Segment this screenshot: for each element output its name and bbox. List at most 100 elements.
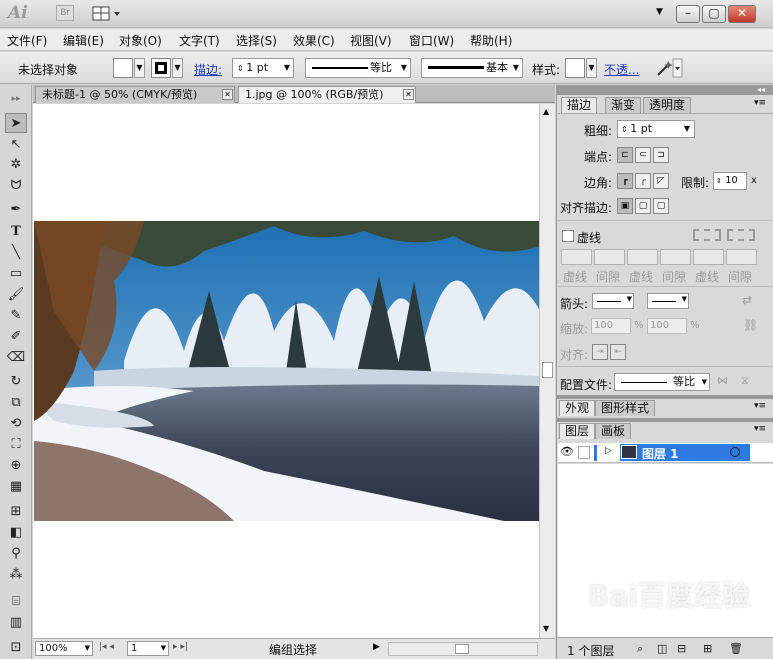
- placed-image-winter-landscape[interactable]: [34, 221, 539, 521]
- h-scroll-thumb[interactable]: [455, 644, 469, 654]
- panel-dock-header[interactable]: [557, 85, 773, 95]
- dash-field-3[interactable]: [693, 249, 724, 265]
- graphic-style-swatch[interactable]: [565, 58, 585, 78]
- butt-cap-icon[interactable]: ⊏: [617, 147, 633, 163]
- start-arrowhead-select[interactable]: ▼: [592, 293, 634, 309]
- layer-name[interactable]: 图层 1: [642, 445, 679, 462]
- rectangle-tool-icon[interactable]: ▭: [5, 264, 27, 284]
- rotate-tool-icon[interactable]: ↻: [5, 372, 27, 392]
- lock-toggle[interactable]: [578, 446, 590, 459]
- menu-edit[interactable]: 编辑(E): [63, 32, 104, 49]
- brush-definition[interactable]: 基本 ▼: [421, 58, 523, 78]
- blend-tool-icon[interactable]: ⁂: [5, 565, 27, 585]
- align-dash-icon[interactable]: [727, 229, 755, 241]
- artboard-canvas[interactable]: [33, 104, 539, 638]
- layers-panel-menu-icon[interactable]: ▾≡: [754, 424, 766, 434]
- menu-type[interactable]: 文字(T): [179, 32, 220, 49]
- shape-builder-tool-icon[interactable]: ⊕: [5, 456, 27, 476]
- pen-tool-icon[interactable]: ✒: [5, 200, 27, 220]
- scroll-thumb[interactable]: [542, 362, 553, 378]
- tab-close-icon[interactable]: ✕: [222, 89, 233, 100]
- start-scale-field[interactable]: 100: [591, 318, 631, 334]
- preserve-dash-icon[interactable]: [693, 229, 721, 241]
- fill-swatch[interactable]: [113, 58, 133, 78]
- fill-dropdown-arrow-icon[interactable]: ▼: [134, 58, 145, 78]
- round-cap-icon[interactable]: ⊂: [635, 147, 651, 163]
- appearance-panel-menu-icon[interactable]: ▾≡: [754, 401, 766, 411]
- current-tool-status[interactable]: 编组选择: [269, 641, 317, 658]
- stroke-weight-field[interactable]: ⇕ 1 pt ▼: [232, 58, 294, 78]
- opacity-link[interactable]: 不透...: [604, 61, 639, 78]
- direct-selection-tool-icon[interactable]: ↖: [5, 135, 27, 155]
- panel-grip-icon[interactable]: ▸▸: [5, 89, 27, 109]
- tab-1-jpg[interactable]: 1.jpg @ 100% (RGB/预览) ✕: [238, 86, 416, 103]
- stroke-swatch[interactable]: [151, 58, 171, 78]
- profile-select[interactable]: 等比 ▼: [614, 373, 710, 391]
- zoom-field[interactable]: 100% ▼: [35, 641, 93, 656]
- lasso-tool-icon[interactable]: ᗢ: [5, 176, 27, 196]
- expand-triangle-icon[interactable]: ▷: [605, 446, 612, 456]
- eraser-tool-icon[interactable]: ⌫: [5, 348, 27, 368]
- scale-tool-icon[interactable]: ⧉: [5, 393, 27, 413]
- round-join-icon[interactable]: ╭: [635, 173, 651, 189]
- dash-field-1[interactable]: [561, 249, 592, 265]
- tab-layers[interactable]: 图层: [559, 423, 596, 439]
- collapse-panels-icon[interactable]: ◂◂: [757, 85, 765, 94]
- make-clipping-mask-icon[interactable]: ◫: [657, 642, 667, 655]
- tab-close-icon[interactable]: ✕: [403, 89, 414, 100]
- menu-view[interactable]: 视图(V): [350, 32, 392, 49]
- align-inside-icon[interactable]: ▢: [635, 198, 651, 214]
- paintbrush-tool-icon[interactable]: 🖌: [5, 285, 27, 305]
- close-button[interactable]: ✕: [728, 5, 756, 23]
- flip-across-icon[interactable]: ⧖: [741, 374, 749, 388]
- panel-menu-icon[interactable]: ▾≡: [754, 98, 766, 108]
- gap-field-2[interactable]: [660, 249, 691, 265]
- workspace-chevron-icon[interactable]: ▼: [656, 7, 663, 17]
- end-arrowhead-select[interactable]: ▼: [647, 293, 689, 309]
- align-outside-icon[interactable]: ▢: [653, 198, 669, 214]
- first-artboard-icon[interactable]: |◂ ◂: [99, 642, 114, 652]
- tab-appearance[interactable]: 外观: [559, 400, 596, 416]
- bridge-button[interactable]: Br: [56, 5, 74, 21]
- tab-artboards[interactable]: 画板: [595, 423, 632, 439]
- align-center-icon[interactable]: ▣: [617, 198, 633, 214]
- free-transform-tool-icon[interactable]: ⛶: [5, 435, 27, 455]
- vertical-scrollbar[interactable]: ▲ ▼: [539, 104, 555, 638]
- menu-object[interactable]: 对象(O): [119, 32, 162, 49]
- dash-field-2[interactable]: [627, 249, 658, 265]
- layer-row[interactable]: 👁 ▷ 图层 1: [558, 443, 773, 463]
- visibility-eye-icon[interactable]: 👁: [560, 445, 574, 458]
- variable-width-profile[interactable]: 等比 ▼: [305, 58, 411, 78]
- arrange-documents-button[interactable]: [92, 5, 122, 23]
- stroke-dropdown-arrow-icon[interactable]: ▼: [172, 58, 183, 78]
- eyedropper-tool-icon[interactable]: ⚲: [5, 544, 27, 564]
- gradient-tool-icon[interactable]: ◧: [5, 523, 27, 543]
- tab-transparency[interactable]: 透明度: [643, 97, 692, 113]
- scroll-up-icon[interactable]: ▲: [543, 107, 549, 116]
- recolor-wand-icon[interactable]: [655, 58, 683, 78]
- minimize-button[interactable]: –: [676, 5, 700, 23]
- warp-tool-icon[interactable]: ⟲: [5, 414, 27, 434]
- stroke-panel-link[interactable]: 描边:: [194, 61, 222, 78]
- menu-window[interactable]: 窗口(W): [409, 32, 454, 49]
- status-menu-arrow-icon[interactable]: ▶: [373, 642, 380, 652]
- flip-along-icon[interactable]: ⋈: [717, 374, 728, 387]
- column-graph-tool-icon[interactable]: ▥: [5, 613, 27, 633]
- blob-brush-tool-icon[interactable]: ✐: [5, 327, 27, 347]
- menu-effect[interactable]: 效果(C): [293, 32, 335, 49]
- new-sublayer-icon[interactable]: ⊟: [677, 642, 686, 655]
- target-circle-icon[interactable]: [730, 447, 740, 457]
- menu-help[interactable]: 帮助(H): [470, 32, 512, 49]
- bevel-join-icon[interactable]: ◸: [653, 173, 669, 189]
- artboard-number-field[interactable]: 1 ▼: [127, 641, 169, 656]
- dashed-line-checkbox[interactable]: [562, 230, 574, 242]
- pencil-tool-icon[interactable]: ✎: [5, 306, 27, 326]
- tab-gradient[interactable]: 渐变: [605, 97, 642, 113]
- miter-join-icon[interactable]: ┏: [617, 173, 633, 189]
- magic-wand-tool-icon[interactable]: ✲: [5, 155, 27, 175]
- arrow-tip-at-end-icon[interactable]: ⇤: [610, 344, 626, 360]
- end-scale-field[interactable]: 100: [647, 318, 687, 334]
- miter-limit-field[interactable]: ⇕ 10: [713, 172, 747, 190]
- link-scale-icon[interactable]: ⛓: [743, 318, 758, 332]
- selection-tool-icon[interactable]: ➤: [5, 113, 27, 133]
